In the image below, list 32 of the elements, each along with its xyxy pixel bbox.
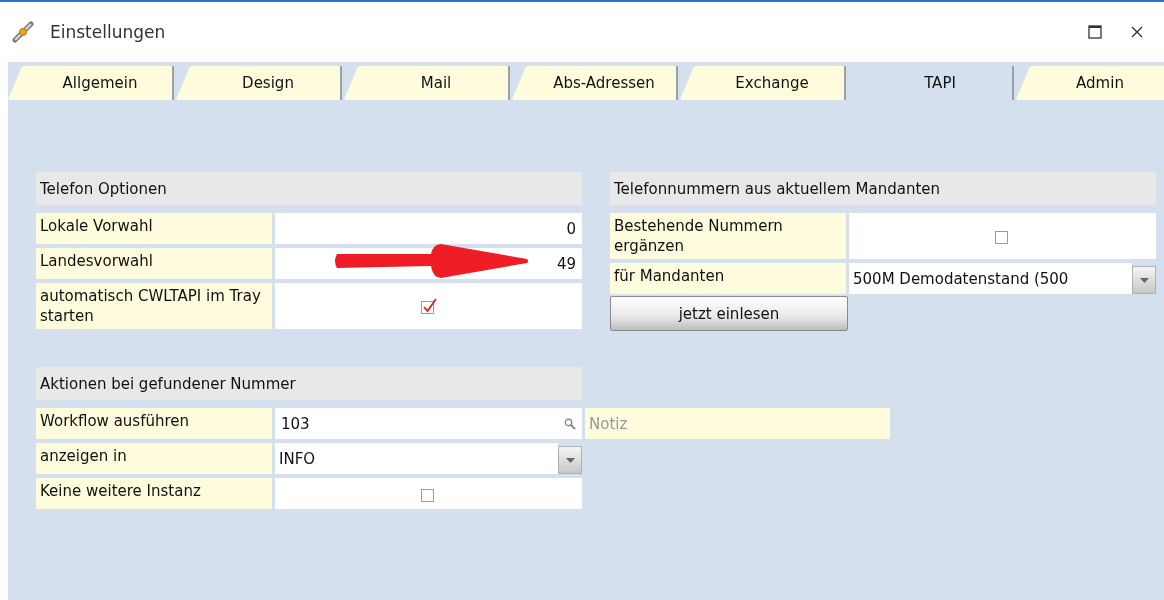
dropdown-button[interactable] xyxy=(1132,266,1156,294)
section-header: Aktionen bei gefundener Nummer xyxy=(36,367,582,400)
maximize-icon[interactable] xyxy=(1088,25,1102,39)
field-label: für Mandanten xyxy=(610,263,846,294)
field-label: Workflow ausführen xyxy=(36,408,272,439)
tab[interactable]: Mail xyxy=(344,66,510,100)
dropdown-button[interactable] xyxy=(558,446,582,474)
field-label: anzeigen in xyxy=(36,443,272,474)
tab[interactable]: Admin xyxy=(1016,66,1164,100)
dropdown-field[interactable]: 500M Demodatenstand (500 xyxy=(849,263,1132,294)
input-value[interactable]: 103 xyxy=(281,414,310,433)
window-title: Einstellungen xyxy=(50,22,167,42)
close-icon[interactable] xyxy=(1130,25,1144,39)
read-now-button[interactable]: jetzt einlesen xyxy=(610,296,848,331)
tab[interactable]: Exchange xyxy=(680,66,846,100)
caret-icon xyxy=(1139,277,1149,283)
input-field[interactable]: 0 xyxy=(275,213,582,244)
section-header: Telefonnummern aus aktuellem Mandanten xyxy=(610,172,1156,205)
wrench-icon xyxy=(12,21,34,43)
tab[interactable]: Allgemein xyxy=(8,66,174,100)
search-icon[interactable] xyxy=(564,417,576,430)
tab[interactable]: Design xyxy=(176,66,342,100)
caret-icon xyxy=(565,457,575,463)
section-header: Telefon Optionen xyxy=(36,172,582,205)
tab[interactable]: Abs-Adressen xyxy=(512,66,678,100)
field-label: Keine weitere Instanz xyxy=(36,478,272,509)
dropdown-field[interactable]: INFO xyxy=(275,443,558,474)
field-label: Landesvorwahl xyxy=(36,248,272,279)
field-label: Lokale Vorwahl xyxy=(36,213,272,244)
field-label: automatisch CWLTAPI im Tray starten xyxy=(36,283,272,329)
field-label: Bestehende Nummern ergänzen xyxy=(610,213,846,259)
checkbox[interactable] xyxy=(419,297,438,315)
